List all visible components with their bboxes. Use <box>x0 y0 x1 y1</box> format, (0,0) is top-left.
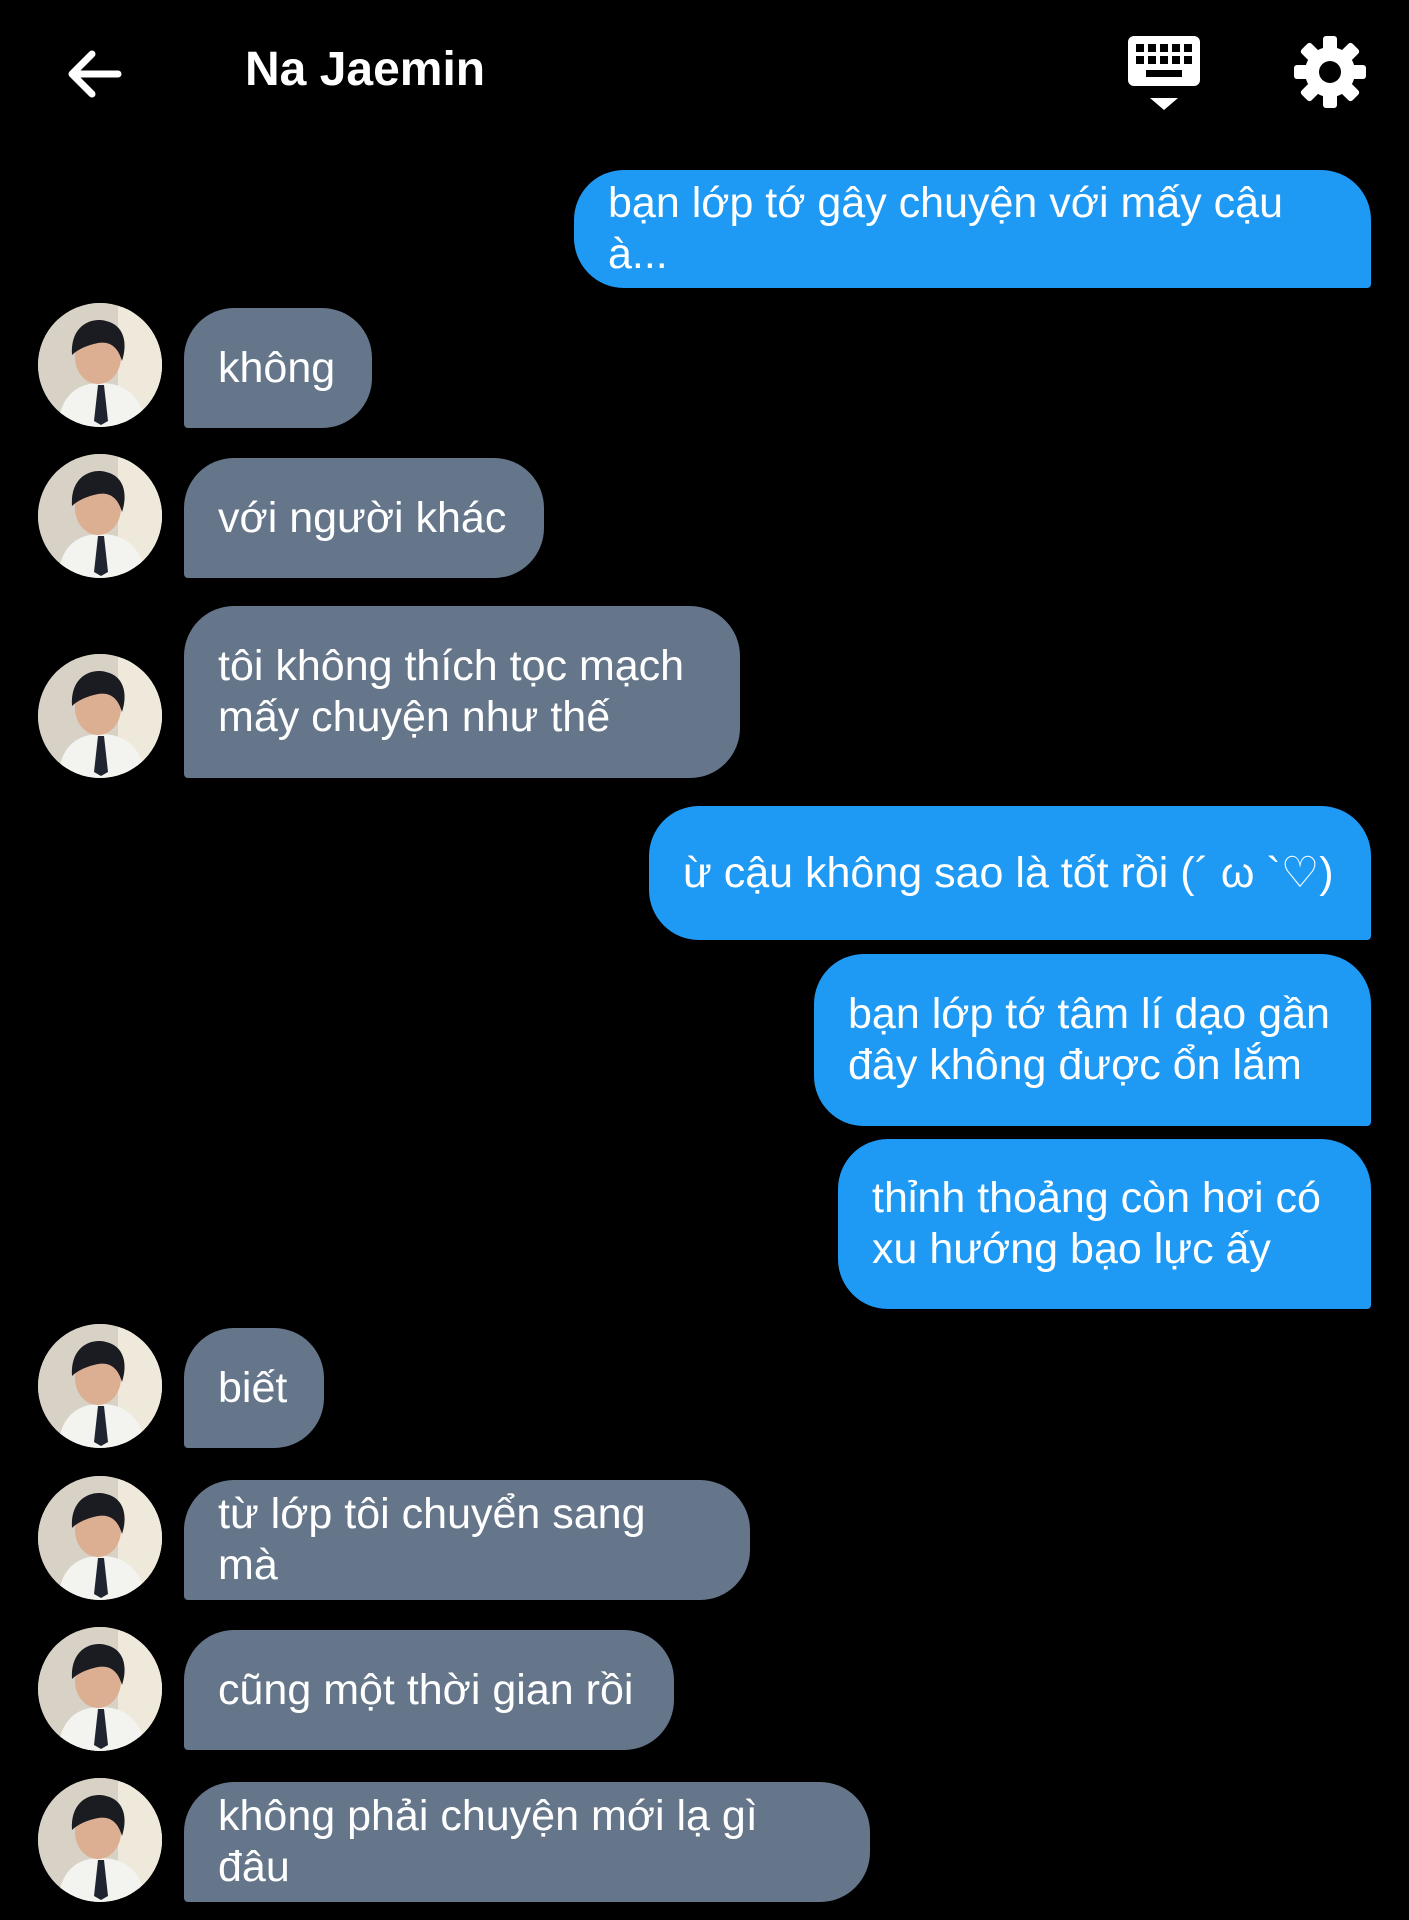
received-message[interactable]: với người khác <box>184 458 544 578</box>
avatar[interactable] <box>38 303 162 427</box>
profile-photo <box>38 1476 162 1600</box>
avatar[interactable] <box>38 1627 162 1751</box>
avatar[interactable] <box>38 1476 162 1600</box>
profile-photo <box>38 654 162 778</box>
profile-photo <box>38 1778 162 1902</box>
profile-photo <box>38 454 162 578</box>
sent-message[interactable]: bạn lớp tớ tâm lí dạo gần đây không được… <box>814 954 1371 1126</box>
avatar[interactable] <box>38 654 162 778</box>
received-message[interactable]: cũng một thời gian rồi <box>184 1630 674 1750</box>
received-message[interactable]: từ lớp tôi chuyển sang mà <box>184 1480 750 1600</box>
profile-photo <box>38 1324 162 1448</box>
received-message[interactable]: không phải chuyện mới lạ gì đâu <box>184 1782 870 1902</box>
profile-photo <box>38 303 162 427</box>
avatar[interactable] <box>38 1324 162 1448</box>
received-message[interactable]: tôi không thích tọc mạch mấy chuyện như … <box>184 606 740 778</box>
received-message[interactable]: không <box>184 308 372 428</box>
received-message[interactable]: biết <box>184 1328 324 1448</box>
avatar[interactable] <box>38 1778 162 1902</box>
message-list: bạn lớp tớ gây chuyện với mấy cậu à... k… <box>0 0 1409 1920</box>
sent-message[interactable]: bạn lớp tớ gây chuyện với mấy cậu à... <box>574 170 1371 288</box>
sent-message[interactable]: ừ cậu không sao là tốt rồi (´ ω `♡) <box>649 806 1371 940</box>
profile-photo <box>38 1627 162 1751</box>
sent-message[interactable]: thỉnh thoảng còn hơi có xu hướng bạo lực… <box>838 1139 1371 1309</box>
avatar[interactable] <box>38 454 162 578</box>
